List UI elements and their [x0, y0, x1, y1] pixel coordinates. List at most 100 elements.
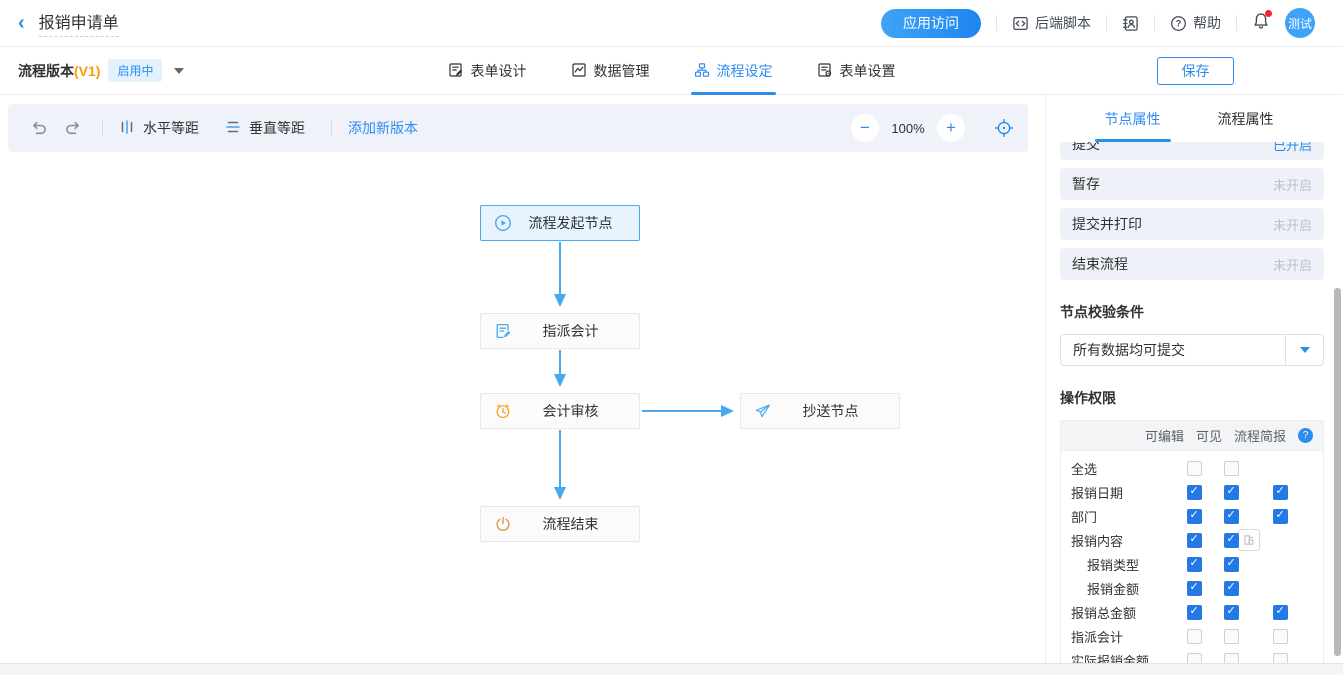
- checkbox-editable[interactable]: [1187, 653, 1202, 664]
- address-book-button[interactable]: [1122, 15, 1139, 32]
- tab-flow-properties[interactable]: 流程属性: [1208, 95, 1284, 142]
- checkbox-editable[interactable]: [1187, 533, 1202, 548]
- tab-node-properties[interactable]: 节点属性: [1095, 95, 1171, 142]
- checkbox-visible[interactable]: [1224, 461, 1239, 476]
- node-assign-accountant[interactable]: 指派会计: [480, 313, 640, 349]
- node-label: 指派会计: [512, 321, 639, 341]
- node-label: 抄送节点: [772, 401, 899, 421]
- back-icon[interactable]: ‹: [18, 13, 25, 33]
- avatar[interactable]: 测试: [1285, 8, 1315, 38]
- locate-icon[interactable]: [994, 118, 1014, 138]
- checkbox-visible[interactable]: [1224, 653, 1239, 664]
- question-circle-icon: ?: [1170, 15, 1187, 32]
- checkbox-visible[interactable]: [1224, 485, 1239, 500]
- address-book-icon: [1122, 15, 1139, 32]
- add-version-link[interactable]: 添加新版本: [348, 118, 418, 138]
- checkbox-report[interactable]: [1273, 653, 1288, 664]
- checkbox-editable[interactable]: [1187, 605, 1202, 620]
- node-label: 流程结束: [512, 514, 639, 534]
- page-scrollbar[interactable]: [1334, 288, 1341, 656]
- tab-label: 表单设计: [471, 61, 527, 81]
- checkbox-editable[interactable]: [1187, 581, 1202, 596]
- data-manage-icon: [571, 62, 587, 81]
- checkbox-report[interactable]: [1273, 509, 1288, 524]
- chevron-down-icon[interactable]: [174, 68, 184, 74]
- field-label: 指派会计: [1071, 627, 1175, 646]
- validation-heading: 节点校验条件: [1060, 302, 1324, 322]
- app-access-button[interactable]: 应用访问: [881, 9, 981, 38]
- undo-icon[interactable]: [26, 116, 52, 140]
- toggle-item-submit[interactable]: 提交 已开启: [1060, 142, 1324, 160]
- permissions-table-header: 可编辑 可见 流程简报 ?: [1061, 421, 1323, 451]
- play-icon: [494, 214, 512, 232]
- zoom-in-button[interactable]: +: [937, 114, 965, 142]
- checkbox-visible[interactable]: [1224, 629, 1239, 644]
- permission-row-expense-content: 报销内容: [1061, 528, 1323, 552]
- toggle-label: 结束流程: [1072, 254, 1128, 274]
- clock-icon: [494, 402, 512, 420]
- dropdown-button[interactable]: [1285, 335, 1323, 365]
- notification-bell-icon[interactable]: [1252, 12, 1270, 35]
- node-process-start[interactable]: 流程发起节点: [480, 205, 640, 241]
- svg-text:?: ?: [1176, 18, 1182, 28]
- horizontal-spacing-label: 水平等距: [143, 118, 199, 138]
- node-cc[interactable]: 抄送节点: [740, 393, 900, 429]
- checkbox-editable[interactable]: [1187, 461, 1202, 476]
- checkbox-visible[interactable]: [1224, 509, 1239, 524]
- version-switcher[interactable]: 流程版本(V1) 启用中: [18, 59, 184, 82]
- tab-label: 表单设置: [840, 61, 896, 81]
- toggle-status: 未开启: [1273, 215, 1312, 234]
- save-button[interactable]: 保存: [1157, 57, 1234, 85]
- node-process-end[interactable]: 流程结束: [480, 506, 640, 542]
- help-button[interactable]: ? 帮助: [1170, 13, 1221, 33]
- checkbox-editable[interactable]: [1187, 629, 1202, 644]
- form-edit-icon: [494, 322, 512, 340]
- bottom-strip: [0, 663, 1343, 675]
- tab-label: 数据管理: [594, 61, 650, 81]
- toggle-item-end-flow[interactable]: 结束流程 未开启: [1060, 248, 1324, 280]
- panel-scroll-area[interactable]: 提交 已开启 暂存 未开启 提交并打印 未开启 结束流程 未开启 节点校验条件: [1046, 142, 1332, 663]
- horizontal-spacing-button[interactable]: 水平等距: [119, 118, 199, 138]
- notification-dot: [1265, 10, 1272, 17]
- divider: [1236, 15, 1237, 31]
- checkbox-report[interactable]: [1273, 605, 1288, 620]
- tab-form-design[interactable]: 表单设计: [448, 47, 527, 95]
- page-title: 报销申请单: [39, 9, 119, 37]
- subform-layout-icon[interactable]: [1238, 529, 1260, 551]
- checkbox-visible[interactable]: [1224, 533, 1239, 548]
- permission-row-actual-expense-amount: 实际报销金额: [1061, 648, 1323, 663]
- vertical-spacing-button[interactable]: 垂直等距: [225, 118, 305, 138]
- main-area: 水平等距 垂直等距 添加新版本 − 100% +: [0, 95, 1343, 663]
- checkbox-editable[interactable]: [1187, 509, 1202, 524]
- node-label: 流程发起节点: [512, 213, 639, 233]
- toggle-item-save-draft[interactable]: 暂存 未开启: [1060, 168, 1324, 200]
- vertical-spacing-icon: [225, 119, 241, 138]
- top-header: ‹ 报销申请单 应用访问 后端脚本 ? 帮助: [0, 0, 1343, 47]
- checkbox-report[interactable]: [1273, 629, 1288, 644]
- permission-row-select-all: 全选: [1061, 456, 1323, 480]
- panel-tabs: 节点属性 流程属性: [1046, 95, 1332, 142]
- validation-select[interactable]: 所有数据均可提交: [1060, 334, 1324, 366]
- checkbox-editable[interactable]: [1187, 557, 1202, 572]
- node-accountant-audit[interactable]: 会计审核: [480, 393, 640, 429]
- checkbox-visible[interactable]: [1224, 557, 1239, 572]
- tab-form-setting[interactable]: 表单设置: [817, 47, 896, 95]
- zoom-level: 100%: [890, 121, 926, 136]
- tab-flow-setting[interactable]: 流程设定: [694, 47, 773, 95]
- zoom-out-button[interactable]: −: [851, 114, 879, 142]
- flow-canvas[interactable]: 水平等距 垂直等距 添加新版本 − 100% +: [0, 95, 1045, 663]
- backend-script-label: 后端脚本: [1035, 13, 1091, 33]
- checkbox-editable[interactable]: [1187, 485, 1202, 500]
- code-icon: [1012, 15, 1029, 32]
- field-label: 实际报销金额: [1071, 651, 1175, 664]
- header-actions: 应用访问 后端脚本 ? 帮助: [881, 8, 1315, 38]
- backend-script-button[interactable]: 后端脚本: [1012, 13, 1091, 33]
- checkbox-report[interactable]: [1273, 485, 1288, 500]
- redo-icon[interactable]: [60, 116, 86, 140]
- flow-edges: [0, 95, 1045, 663]
- checkbox-visible[interactable]: [1224, 581, 1239, 596]
- tab-data-manage[interactable]: 数据管理: [571, 47, 650, 95]
- help-icon[interactable]: ?: [1298, 428, 1313, 443]
- toggle-item-submit-print[interactable]: 提交并打印 未开启: [1060, 208, 1324, 240]
- checkbox-visible[interactable]: [1224, 605, 1239, 620]
